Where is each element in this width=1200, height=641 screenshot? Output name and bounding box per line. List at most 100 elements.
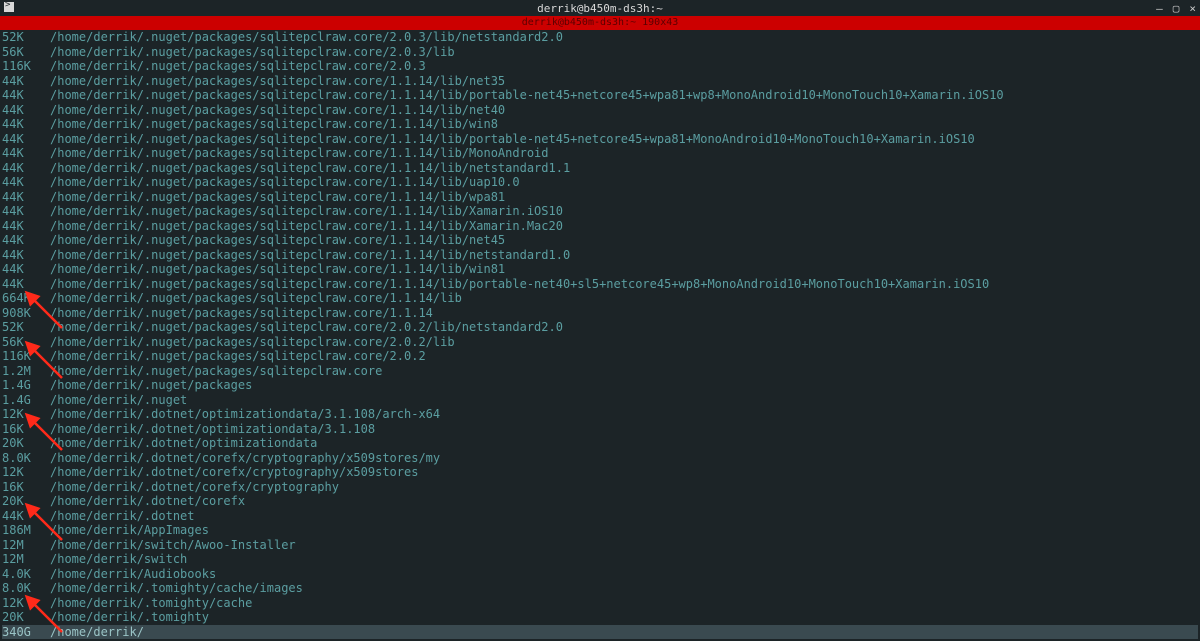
size-value: 44K xyxy=(2,117,50,132)
path-value: /home/derrik/.dotnet/optimizationdata xyxy=(50,436,1198,451)
output-row: 16K/home/derrik/.dotnet/corefx/cryptogra… xyxy=(2,480,1198,495)
size-value: 52K xyxy=(2,30,50,45)
output-row: 186M/home/derrik/AppImages xyxy=(2,523,1198,538)
size-value: 12K xyxy=(2,465,50,480)
output-row: 56K/home/derrik/.nuget/packages/sqlitepc… xyxy=(2,335,1198,350)
path-value: /home/derrik/.nuget/packages/sqlitepclra… xyxy=(50,175,1198,190)
size-value: 20K xyxy=(2,610,50,625)
output-row: 44K/home/derrik/.nuget/packages/sqlitepc… xyxy=(2,161,1198,176)
path-value: /home/derrik/switch xyxy=(50,552,1198,567)
output-row: 16K/home/derrik/.dotnet/optimizationdata… xyxy=(2,422,1198,437)
output-row: 20K/home/derrik/.dotnet/optimizationdata xyxy=(2,436,1198,451)
output-row: 20K/home/derrik/.tomighty xyxy=(2,610,1198,625)
output-row: 44K/home/derrik/.nuget/packages/sqlitepc… xyxy=(2,175,1198,190)
path-value: /home/derrik/.nuget/packages xyxy=(50,378,1198,393)
path-value: /home/derrik/.dotnet/corefx/cryptography… xyxy=(50,451,1198,466)
path-value: /home/derrik/.nuget/packages/sqlitepclra… xyxy=(50,74,1198,89)
output-row: 8.0K/home/derrik/.tomighty/cache/images xyxy=(2,581,1198,596)
path-value: /home/derrik/.nuget/packages/sqlitepclra… xyxy=(50,88,1198,103)
size-value: 1.2M xyxy=(2,364,50,379)
output-row: 12K/home/derrik/.dotnet/corefx/cryptogra… xyxy=(2,465,1198,480)
path-value: /home/derrik/.nuget/packages/sqlitepclra… xyxy=(50,219,1198,234)
size-value: 44K xyxy=(2,74,50,89)
path-value: /home/derrik/.dotnet xyxy=(50,509,1198,524)
path-value: /home/derrik/.nuget/packages/sqlitepclra… xyxy=(50,59,1198,74)
output-row: 116K/home/derrik/.nuget/packages/sqlitep… xyxy=(2,59,1198,74)
output-row: 44K/home/derrik/.nuget/packages/sqlitepc… xyxy=(2,103,1198,118)
path-value: /home/derrik/.dotnet/corefx/cryptography xyxy=(50,480,1198,495)
output-row: 44K/home/derrik/.nuget/packages/sqlitepc… xyxy=(2,219,1198,234)
size-value: 20K xyxy=(2,494,50,509)
close-button[interactable]: × xyxy=(1189,2,1196,15)
size-value: 44K xyxy=(2,219,50,234)
path-value: /home/derrik/.dotnet/optimizationdata/3.… xyxy=(50,407,1198,422)
size-value: 44K xyxy=(2,262,50,277)
size-value: 44K xyxy=(2,233,50,248)
size-value: 44K xyxy=(2,248,50,263)
output-row: 44K/home/derrik/.nuget/packages/sqlitepc… xyxy=(2,117,1198,132)
output-row: 1.4G/home/derrik/.nuget xyxy=(2,393,1198,408)
size-value: 116K xyxy=(2,349,50,364)
path-value: /home/derrik/.nuget/packages/sqlitepclra… xyxy=(50,262,1198,277)
path-value: /home/derrik/.nuget/packages/sqlitepclra… xyxy=(50,204,1198,219)
output-row: 44K/home/derrik/.nuget/packages/sqlitepc… xyxy=(2,262,1198,277)
output-row: 12K/home/derrik/.dotnet/optimizationdata… xyxy=(2,407,1198,422)
size-value: 4.0K xyxy=(2,567,50,582)
size-value: 16K xyxy=(2,480,50,495)
path-value: /home/derrik/.nuget/packages/sqlitepclra… xyxy=(50,335,1198,350)
path-value: /home/derrik/.nuget/packages/sqlitepclra… xyxy=(50,132,1198,147)
path-value: /home/derrik/Audiobooks xyxy=(50,567,1198,582)
tab-label: derrik@b450m-ds3h:~ 190x43 xyxy=(522,17,679,28)
size-value: 44K xyxy=(2,103,50,118)
tab-bar[interactable]: derrik@b450m-ds3h:~ 190x43 xyxy=(0,16,1200,30)
output-row: 44K/home/derrik/.nuget/packages/sqlitepc… xyxy=(2,248,1198,263)
path-value: /home/derrik/.nuget/packages/sqlitepclra… xyxy=(50,117,1198,132)
size-value: 16K xyxy=(2,422,50,437)
size-value: 12K xyxy=(2,407,50,422)
path-value: /home/derrik/.nuget/packages/sqlitepclra… xyxy=(50,30,1198,45)
path-value: /home/derrik/.tomighty/cache/images xyxy=(50,581,1198,596)
window-title: derrik@b450m-ds3h:~ xyxy=(537,2,663,15)
size-value: 8.0K xyxy=(2,581,50,596)
output-row: 44K/home/derrik/.nuget/packages/sqlitepc… xyxy=(2,132,1198,147)
path-value: /home/derrik/.nuget/packages/sqlitepclra… xyxy=(50,45,1198,60)
size-value: 8.0K xyxy=(2,451,50,466)
output-row: 340G/home/derrik/ xyxy=(2,625,1198,640)
output-row: 52K/home/derrik/.nuget/packages/sqlitepc… xyxy=(2,320,1198,335)
size-value: 44K xyxy=(2,175,50,190)
path-value: /home/derrik/.nuget/packages/sqlitepclra… xyxy=(50,190,1198,205)
size-value: 340G xyxy=(2,625,50,640)
path-value: /home/derrik/.nuget/packages/sqlitepclra… xyxy=(50,306,1198,321)
path-value: /home/derrik/.tomighty/cache xyxy=(50,596,1198,611)
size-value: 1.4G xyxy=(2,393,50,408)
size-value: 664K xyxy=(2,291,50,306)
maximize-button[interactable]: ▢ xyxy=(1173,2,1180,15)
output-row: 1.4G/home/derrik/.nuget/packages xyxy=(2,378,1198,393)
output-row: 908K/home/derrik/.nuget/packages/sqlitep… xyxy=(2,306,1198,321)
path-value: /home/derrik/.nuget/packages/sqlitepclra… xyxy=(50,233,1198,248)
path-value: /home/derrik/switch/Awoo-Installer xyxy=(50,538,1198,553)
terminal-output[interactable]: 52K/home/derrik/.nuget/packages/sqlitepc… xyxy=(0,30,1200,639)
output-row: 1.2M/home/derrik/.nuget/packages/sqlitep… xyxy=(2,364,1198,379)
size-value: 52K xyxy=(2,320,50,335)
size-value: 20K xyxy=(2,436,50,451)
output-row: 44K/home/derrik/.nuget/packages/sqlitepc… xyxy=(2,204,1198,219)
size-value: 44K xyxy=(2,132,50,147)
size-value: 44K xyxy=(2,277,50,292)
terminal-icon xyxy=(4,2,14,12)
path-value: /home/derrik/.tomighty xyxy=(50,610,1198,625)
path-value: /home/derrik/.nuget/packages/sqlitepclra… xyxy=(50,161,1198,176)
window-titlebar: derrik@b450m-ds3h:~ – ▢ × xyxy=(0,0,1200,16)
path-value: /home/derrik/.dotnet/corefx xyxy=(50,494,1198,509)
path-value: /home/derrik/.dotnet/corefx/cryptography… xyxy=(50,465,1198,480)
minimize-button[interactable]: – xyxy=(1156,2,1163,15)
path-value: /home/derrik/.nuget/packages/sqlitepclra… xyxy=(50,146,1198,161)
path-value: /home/derrik/.nuget/packages/sqlitepclra… xyxy=(50,364,1198,379)
path-value: /home/derrik/AppImages xyxy=(50,523,1198,538)
output-row: 44K/home/derrik/.nuget/packages/sqlitepc… xyxy=(2,74,1198,89)
size-value: 44K xyxy=(2,161,50,176)
size-value: 116K xyxy=(2,59,50,74)
size-value: 908K xyxy=(2,306,50,321)
output-row: 56K/home/derrik/.nuget/packages/sqlitepc… xyxy=(2,45,1198,60)
output-row: 20K/home/derrik/.dotnet/corefx xyxy=(2,494,1198,509)
